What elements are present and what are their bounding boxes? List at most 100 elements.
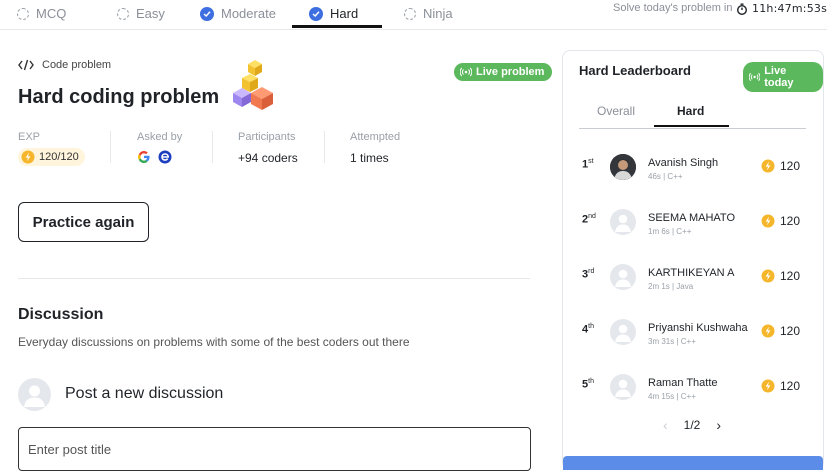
countdown-timer: 11h:47m:53s: [736, 2, 827, 15]
user-time-language: 2m 1s | Java: [648, 282, 694, 291]
problem-category: Code problem: [18, 59, 111, 71]
user-avatar: [18, 378, 51, 411]
broadcast-icon: [749, 72, 761, 82]
user-time-language: 46s | C++: [648, 172, 683, 181]
user-photo-icon: [610, 154, 636, 180]
practice-again-button[interactable]: Practice again: [18, 202, 149, 242]
unchecked-circle-icon: [404, 7, 416, 20]
stopwatch-icon: [737, 3, 747, 15]
tab-easy[interactable]: Easy: [117, 0, 165, 27]
tab-mcq[interactable]: MCQ: [17, 0, 66, 27]
lightning-coin-icon: [21, 150, 35, 164]
tab-label: MCQ: [36, 6, 67, 21]
rank: 1st: [582, 158, 594, 171]
chevron-right-icon[interactable]: ›: [716, 417, 721, 433]
active-tab-indicator: [292, 25, 382, 28]
user-time-language: 4m 15s | C++: [648, 392, 696, 401]
post-new-discussion-label[interactable]: Post a new discussion: [65, 385, 223, 403]
unchecked-circle-icon: [17, 7, 29, 20]
rank: 5th: [582, 378, 594, 391]
user-placeholder-icon: [615, 324, 631, 342]
user-score: 120: [761, 269, 800, 283]
stat-divider: [110, 131, 111, 163]
page-indicator: 1/2: [683, 418, 701, 432]
leaderboard-panel: Hard Leaderboard Live today Overall Hard…: [562, 50, 824, 470]
discussion-title: Discussion: [18, 306, 104, 323]
google-logo-icon: [138, 151, 150, 163]
user-time-language: 1m 6s | C++: [648, 227, 692, 236]
rank: 4th: [582, 323, 594, 336]
check-circle-icon: [200, 6, 214, 21]
participants-value: +94 coders: [238, 151, 298, 165]
leaderboard-row[interactable]: 1st Avanish Singh 46s | C++ 120: [563, 154, 825, 194]
user-score: 120: [761, 159, 800, 173]
tab-hard-leaderboard[interactable]: Hard: [677, 104, 704, 118]
live-problem-badge: Live problem: [454, 63, 553, 81]
difficulty-tabs: MCQ Easy Moderate Hard Ninja Solve today…: [0, 0, 827, 30]
user-avatar: [610, 319, 636, 345]
user-name: Raman Thatte: [648, 377, 718, 389]
post-title-input[interactable]: [18, 427, 531, 471]
asked-by-label: Asked by: [137, 131, 183, 143]
chevron-left-icon[interactable]: ‹: [663, 417, 668, 433]
leaderboard-tabs: Overall Hard: [579, 101, 806, 129]
user-name: SEEMA MAHATO: [648, 212, 736, 224]
section-divider: [18, 278, 530, 279]
unchecked-circle-icon: [117, 7, 129, 20]
rank: 2nd: [582, 213, 596, 226]
tab-overall[interactable]: Overall: [597, 104, 635, 118]
stat-divider: [212, 131, 213, 163]
pagination: ‹ 1/2 ›: [663, 417, 721, 433]
user-placeholder-icon: [615, 214, 631, 232]
problem-title: Hard coding problem: [18, 86, 220, 108]
stat-divider: [324, 131, 325, 163]
timer-value: 11h:47m:53s: [752, 2, 827, 15]
solve-countdown-label: Solve today's problem in: [613, 2, 733, 14]
tab-label: Easy: [136, 6, 165, 21]
live-today-label: Live today: [764, 65, 794, 89]
lightning-coin-icon: [761, 324, 775, 338]
user-score: 120: [761, 324, 800, 338]
rank: 3rd: [582, 268, 595, 281]
company-logos: [137, 150, 172, 164]
tab-ninja[interactable]: Ninja: [404, 0, 453, 27]
user-avatar: [610, 264, 636, 290]
tab-label: Ninja: [423, 6, 453, 21]
live-today-badge: Live today: [743, 62, 823, 92]
user-name: KARTHIKEYAN A: [648, 267, 735, 279]
stacked-cubes-illustration: [233, 60, 273, 110]
leaderboard-row[interactable]: 4th Priyanshi Kushwaha 3m 31s | C++ 120: [563, 319, 825, 359]
user-placeholder-icon: [615, 379, 631, 397]
tab-hard[interactable]: Hard: [309, 0, 358, 27]
leaderboard-row[interactable]: 5th Raman Thatte 4m 15s | C++ 120: [563, 374, 825, 414]
tab-moderate[interactable]: Moderate: [200, 0, 276, 27]
user-score: 120: [761, 214, 800, 228]
exp-label: EXP: [18, 131, 41, 143]
lightning-coin-icon: [761, 379, 775, 393]
exp-badge: 120/120: [18, 148, 85, 166]
user-placeholder-icon: [615, 269, 631, 287]
lightning-coin-icon: [761, 159, 775, 173]
user-placeholder-icon: [24, 385, 45, 407]
user-score: 120: [761, 379, 800, 393]
active-tab-indicator: [654, 125, 729, 127]
attempted-label: Attempted: [350, 131, 401, 143]
exp-value: 120/120: [39, 151, 79, 163]
code-icon: [18, 59, 34, 71]
lightning-coin-icon: [761, 269, 775, 283]
user-avatar: [610, 154, 636, 180]
leaderboard-row[interactable]: 3rd KARTHIKEYAN A 2m 1s | Java 120: [563, 264, 825, 304]
leaderboard-row[interactable]: 2nd SEEMA MAHATO 1m 6s | C++ 120: [563, 209, 825, 249]
user-name: Avanish Singh: [648, 157, 719, 169]
check-circle-icon: [309, 6, 323, 21]
leaderboard-action-bar[interactable]: [563, 456, 823, 470]
broadcast-icon: [460, 67, 472, 77]
user-time-language: 3m 31s | C++: [648, 337, 696, 346]
leaderboard-title: Hard Leaderboard: [579, 63, 691, 78]
discussion-subtitle: Everyday discussions on problems with so…: [18, 335, 410, 349]
lightning-coin-icon: [761, 214, 775, 228]
user-avatar: [610, 209, 636, 235]
attempted-value: 1 times: [350, 151, 389, 165]
tab-label: Moderate: [221, 6, 276, 21]
live-problem-label: Live problem: [476, 66, 545, 78]
